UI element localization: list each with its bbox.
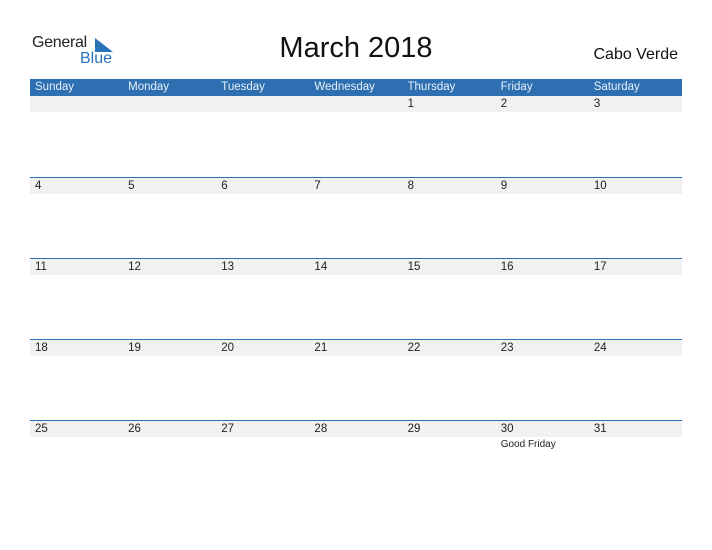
week-row: 25 26 27 28 29 30 Good Friday 31 xyxy=(30,420,682,500)
day-cell[interactable]: 13 xyxy=(216,258,309,338)
day-cell[interactable]: 26 xyxy=(123,420,216,500)
day-cell[interactable] xyxy=(30,95,123,175)
weekday-tuesday: Tuesday xyxy=(221,81,265,93)
week-row: 1 2 3 xyxy=(30,95,682,175)
day-number: 3 xyxy=(593,98,601,110)
day-cell[interactable]: 24 xyxy=(589,339,682,419)
day-cell[interactable]: 3 xyxy=(589,95,682,175)
day-cell[interactable] xyxy=(123,95,216,175)
day-cell[interactable]: 23 xyxy=(496,339,589,419)
day-number: 2 xyxy=(500,98,508,110)
week-row: 4 5 6 7 8 9 10 xyxy=(30,177,682,257)
holiday-label: Good Friday xyxy=(500,439,556,450)
day-number: 4 xyxy=(35,180,42,192)
day-number: 16 xyxy=(500,261,514,273)
day-number: 18 xyxy=(35,342,48,354)
day-number: 20 xyxy=(221,342,235,354)
weekday-monday: Monday xyxy=(128,81,170,93)
week-row: 11 12 13 14 15 16 17 xyxy=(30,258,682,338)
day-number: 9 xyxy=(500,180,508,192)
day-cell[interactable]: 19 xyxy=(123,339,216,419)
day-cell[interactable]: 6 xyxy=(216,177,309,257)
day-cell[interactable]: 7 xyxy=(309,177,402,257)
day-number: 6 xyxy=(221,180,228,192)
day-cell[interactable]: 29 xyxy=(403,420,496,500)
day-number: 13 xyxy=(221,261,235,273)
day-number: 29 xyxy=(407,423,421,435)
day-number: 11 xyxy=(35,261,47,273)
day-cell[interactable]: 21 xyxy=(309,339,402,419)
day-number: 30 xyxy=(500,423,514,435)
day-cell[interactable]: 10 xyxy=(589,177,682,257)
day-cell[interactable]: 12 xyxy=(123,258,216,338)
day-cell[interactable]: 20 xyxy=(216,339,309,419)
day-cell[interactable] xyxy=(309,95,402,175)
day-number: 5 xyxy=(128,180,135,192)
day-number: 15 xyxy=(407,261,421,273)
day-number: 12 xyxy=(128,261,141,273)
day-number: 19 xyxy=(128,342,141,354)
day-number: 22 xyxy=(407,342,421,354)
day-cell[interactable]: 15 xyxy=(403,258,496,338)
day-number: 26 xyxy=(128,423,141,435)
country-label: Cabo Verde xyxy=(593,46,678,63)
day-cell[interactable]: 22 xyxy=(403,339,496,419)
day-number: 21 xyxy=(314,342,328,354)
day-cell[interactable]: 16 xyxy=(496,258,589,338)
day-cell[interactable]: 8 xyxy=(403,177,496,257)
day-cell[interactable] xyxy=(216,95,309,175)
day-cell[interactable]: 17 xyxy=(589,258,682,338)
weekday-saturday: Saturday xyxy=(593,81,640,93)
day-number: 1 xyxy=(407,98,414,110)
day-number: 25 xyxy=(35,423,48,435)
day-cell[interactable]: 25 xyxy=(30,420,123,500)
day-cell[interactable]: 11 xyxy=(30,258,123,338)
day-cell[interactable]: 5 xyxy=(123,177,216,257)
day-cell[interactable]: 4 xyxy=(30,177,123,257)
weekday-header: Sunday Monday Tuesday Wednesday Thursday… xyxy=(30,79,682,96)
week-row: 18 19 20 21 22 23 24 xyxy=(30,339,682,419)
day-number: 7 xyxy=(314,180,321,192)
day-number: 8 xyxy=(407,180,414,192)
weekday-wednesday: Wednesday xyxy=(314,81,375,93)
day-number: 17 xyxy=(593,261,607,273)
day-number: 23 xyxy=(500,342,514,354)
weekday-friday: Friday xyxy=(500,81,533,93)
weekday-sunday: Sunday xyxy=(35,81,75,93)
day-number: 27 xyxy=(221,423,235,435)
day-number: 10 xyxy=(593,180,607,192)
day-cell[interactable]: 28 xyxy=(309,420,402,500)
day-cell[interactable]: 18 xyxy=(30,339,123,419)
day-cell[interactable]: 30 Good Friday xyxy=(496,420,589,500)
day-cell[interactable]: 14 xyxy=(309,258,402,338)
day-number: 14 xyxy=(314,261,328,273)
day-number: 24 xyxy=(593,342,607,354)
day-number: 28 xyxy=(314,423,328,435)
day-cell[interactable]: 31 xyxy=(589,420,682,500)
day-cell[interactable]: 9 xyxy=(496,177,589,257)
day-cell[interactable]: 2 xyxy=(496,95,589,175)
weekday-thursday: Thursday xyxy=(407,81,456,93)
day-cell[interactable]: 27 xyxy=(216,420,309,500)
day-number: 31 xyxy=(593,423,607,435)
day-cell[interactable]: 1 xyxy=(403,95,496,175)
